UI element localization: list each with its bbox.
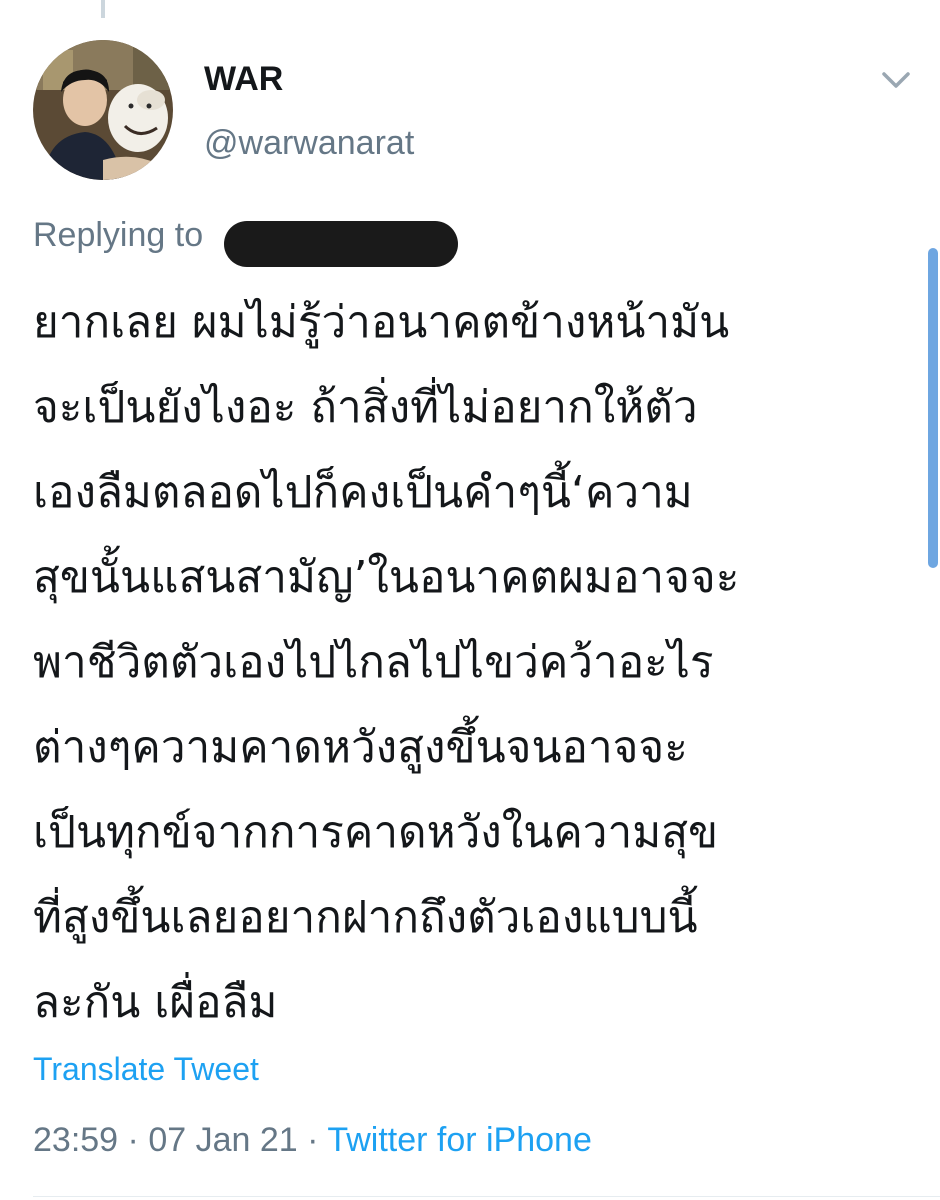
- redacted-reply-handle: [224, 221, 458, 267]
- author-display-name[interactable]: WAR: [204, 60, 283, 99]
- tweet-text-line: ที่สูงขึ้นเลยอยากฝากถึงตัวเองแบบนี้: [33, 892, 698, 943]
- meta-separator: ·: [127, 1121, 139, 1159]
- avatar-image: [33, 40, 173, 180]
- tweet-source-link[interactable]: Twitter for iPhone: [327, 1121, 592, 1159]
- thread-connector-line: [101, 0, 105, 18]
- tweet-metadata: 23:59 · 07 Jan 21 · Twitter for iPhone: [33, 1121, 592, 1160]
- tweet-text-line: พาชีวิตตัวเองไปไกลไปไขว่คว้าอะไร: [33, 637, 714, 688]
- tweet-text-line: เป็นทุกข์จากการคาดหวังในความสุข: [33, 807, 719, 858]
- chevron-down-icon[interactable]: [876, 62, 916, 98]
- tweet-text-line: ต่างๆความคาดหวังสูงขึ้นจนอาจจะ: [33, 722, 688, 773]
- tweet-text-line: ละกัน เผื่อลืม: [33, 977, 278, 1028]
- tweet-text-line: เองลืมตลอดไปก็คงเป็นคำๆนี้‘ความ: [33, 467, 693, 518]
- tweet-time[interactable]: 23:59: [33, 1121, 118, 1159]
- replying-to: Replying to: [33, 216, 203, 255]
- translate-tweet-link[interactable]: Translate Tweet: [33, 1051, 259, 1088]
- tweet-text-line: สุขนั้นแสนสามัญ’ในอนาคตผมอาจจะ: [33, 552, 740, 603]
- tweet-text-line: ยากเลย ผมไม่รู้ว่าอนาคตข้างหน้ามัน: [33, 297, 730, 348]
- replying-to-label: Replying to: [33, 216, 204, 254]
- meta-separator: ·: [307, 1121, 319, 1159]
- divider: [33, 1196, 940, 1197]
- tweet-text-line: จะเป็นยังไงอะ ถ้าสิ่งที่ไม่อยากให้ตัว: [33, 382, 698, 433]
- avatar[interactable]: [33, 40, 173, 180]
- author-handle[interactable]: @warwanarat: [204, 124, 414, 163]
- tweet-text: ยากเลย ผมไม่รู้ว่าอนาคตข้างหน้ามัน จะเป็…: [33, 280, 913, 1045]
- tweet-date[interactable]: 07 Jan 21: [148, 1121, 297, 1159]
- scrollbar[interactable]: [928, 248, 938, 568]
